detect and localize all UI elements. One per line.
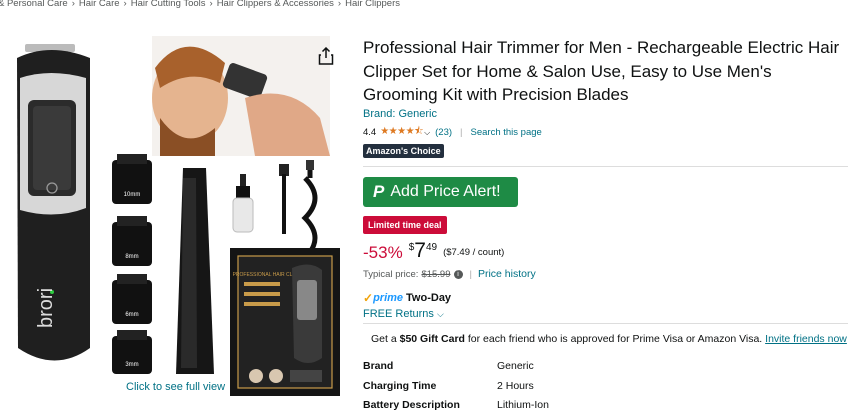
breadcrumb-item-hair-care[interactable]: Hair Care bbox=[79, 0, 120, 9]
typical-price-label: Typical price: bbox=[363, 268, 419, 280]
two-day-label: Two-Day bbox=[406, 292, 452, 304]
prime-two-day-badge: ✓ prime Two-Day bbox=[363, 291, 451, 305]
breadcrumb-separator: › bbox=[123, 0, 127, 9]
product-title: Professional Hair Trimmer for Men - Rech… bbox=[363, 38, 840, 104]
free-returns-label: FREE Returns bbox=[363, 308, 434, 320]
brand-link[interactable]: Brand: Generic bbox=[363, 108, 437, 120]
spec-key: Battery Description bbox=[363, 399, 460, 410]
model-photo bbox=[152, 36, 330, 156]
trimmer-illustration: brori bbox=[17, 44, 90, 361]
see-full-view-link[interactable]: Click to see full view bbox=[126, 381, 225, 393]
spec-row: Battery Description Lithium-Ion bbox=[363, 399, 549, 410]
guard-label: 3mm bbox=[125, 362, 138, 368]
rating-row: 4.4 ★★★★⯪ ⌵ (23) | Search this page bbox=[363, 124, 542, 141]
breadcrumb-separator: › bbox=[209, 0, 213, 9]
spec-row: Brand Generic bbox=[363, 360, 534, 372]
breadcrumb-item-hair-clippers-accessories[interactable]: Hair Clippers & Accessories bbox=[217, 0, 334, 9]
guard-label: 8mm bbox=[125, 254, 138, 260]
spec-key: Brand bbox=[363, 360, 394, 372]
spec-value: Lithium-Ion bbox=[497, 399, 549, 410]
add-price-alert-button[interactable]: P Add Price Alert! bbox=[363, 177, 518, 207]
typical-price-value: $15.99 bbox=[421, 268, 451, 280]
chevron-down-icon: ⌵ bbox=[436, 309, 444, 319]
breadcrumb-separator: › bbox=[337, 0, 342, 9]
guard-label: 6mm bbox=[125, 312, 138, 318]
spec-value: 2 Hours bbox=[497, 380, 534, 392]
price-alert-logo-icon: P bbox=[373, 182, 385, 201]
search-this-page-link[interactable]: Search this page bbox=[471, 127, 542, 138]
breadcrumb-item-personal-care[interactable]: & Personal Care bbox=[0, 0, 68, 9]
prime-check-icon: ✓ bbox=[363, 291, 374, 305]
invite-friends-link[interactable]: Invite friends now bbox=[765, 333, 847, 345]
rating-count-link[interactable]: (23) bbox=[435, 127, 452, 138]
product-image[interactable]: brori 10mm 8mm 6mm 3mm PROFESSIONAL HAIR… bbox=[0, 28, 345, 398]
gift-card-offer: Get a $50 Gift Card for each friend who … bbox=[363, 323, 848, 353]
divider bbox=[363, 166, 848, 167]
price-row: -53% $ 7 49 ($7.49 / count) bbox=[363, 240, 504, 263]
divider: | bbox=[460, 127, 463, 138]
spec-row: Charging Time 2 Hours bbox=[363, 380, 534, 392]
typical-price-row: Typical price: $15.99 i | Price history bbox=[363, 268, 536, 280]
breadcrumb-item-hair-cutting-tools[interactable]: Hair Cutting Tools bbox=[131, 0, 206, 9]
breadcrumb-item-hair-clippers[interactable]: Hair Clippers bbox=[345, 0, 400, 9]
oil-bottle-illustration bbox=[232, 174, 254, 233]
divider: | bbox=[469, 268, 472, 280]
rating-value: 4.4 bbox=[363, 127, 377, 138]
gift-offer-post: for each friend who is approved for Prim… bbox=[464, 333, 766, 345]
trimmer-brand-text: brori bbox=[35, 288, 57, 328]
cleaning-brush-illustration bbox=[279, 164, 289, 234]
limited-time-deal-badge: Limited time deal bbox=[363, 216, 447, 234]
discount-percent: -53% bbox=[363, 243, 403, 262]
guard-combs: 10mm 8mm 6mm 3mm bbox=[112, 154, 152, 374]
product-box-illustration: PROFESSIONAL HAIR CLIPPER bbox=[230, 248, 340, 396]
price-whole: 7 bbox=[414, 239, 426, 262]
charging-cable-illustration bbox=[301, 160, 318, 260]
breadcrumb: & Personal Care › Hair Care › Hair Cutting T… bbox=[0, 0, 400, 9]
comb-illustration bbox=[176, 168, 214, 374]
info-icon[interactable]: i bbox=[453, 269, 463, 279]
add-price-alert-label: Add Price Alert! bbox=[390, 183, 501, 200]
amazons-choice-badge: Amazon's Choice bbox=[363, 144, 444, 158]
free-returns-link[interactable]: FREE Returns ⌵ bbox=[363, 308, 444, 320]
spec-value: Generic bbox=[497, 360, 534, 372]
prime-logo-text: prime bbox=[373, 292, 404, 304]
gift-offer-amount: $50 Gift Card bbox=[399, 333, 465, 345]
unit-price: ($7.49 / count) bbox=[443, 247, 505, 258]
chevron-down-icon[interactable]: ⌵ bbox=[424, 128, 430, 138]
star-rating-icon[interactable]: ★★★★⯪ bbox=[380, 124, 423, 141]
guard-label: 10mm bbox=[124, 192, 141, 198]
share-icon[interactable] bbox=[318, 47, 334, 65]
price-history-link[interactable]: Price history bbox=[478, 268, 536, 280]
breadcrumb-separator: › bbox=[71, 0, 75, 9]
gift-offer-pre: Get a bbox=[371, 333, 400, 345]
spec-key: Charging Time bbox=[363, 380, 437, 392]
price-fraction: 49 bbox=[425, 242, 438, 253]
